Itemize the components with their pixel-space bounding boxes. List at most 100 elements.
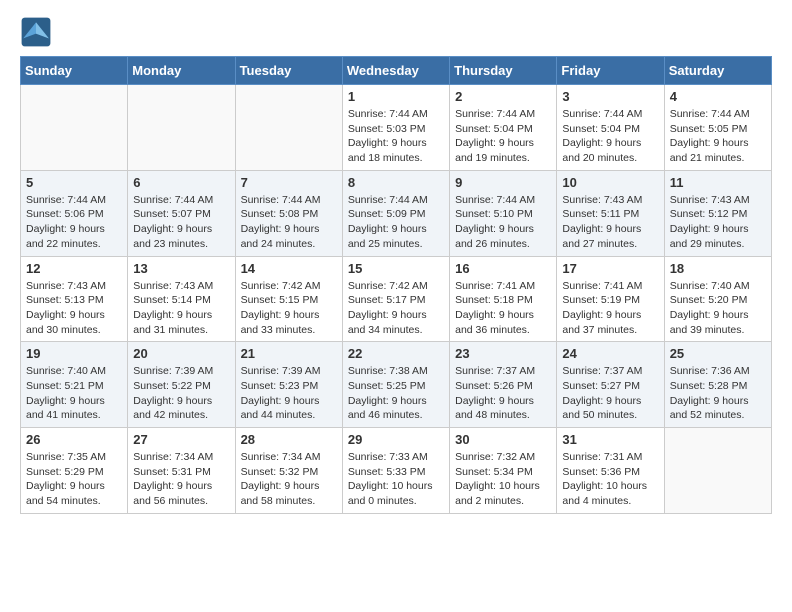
calendar-week-row: 19Sunrise: 7:40 AM Sunset: 5:21 PM Dayli… <box>21 342 772 428</box>
calendar-cell: 25 Sunrise: 7:36 AM Sunset: 5:28 PM Dayli… <box>664 342 771 428</box>
logo <box>20 16 56 48</box>
calendar-header-row: SundayMondayTuesdayWednesdayThursdayFrid… <box>21 57 772 85</box>
calendar-cell: 12 Sunrise: 7:43 AM Sunset: 5:13 PM Dayli… <box>21 256 128 342</box>
day-number: 19 <box>26 346 122 361</box>
day-number: 16 <box>455 261 551 276</box>
calendar-cell: 28Sunrise: 7:34 AM Sunset: 5:32 PM Dayli… <box>235 428 342 514</box>
calendar-cell: 16Sunrise: 7:41 AM Sunset: 5:18 PM Dayli… <box>450 256 557 342</box>
header <box>20 16 772 48</box>
calendar-cell: 13 Sunrise: 7:43 AM Sunset: 5:14 PM Dayli… <box>128 256 235 342</box>
day-content: Sunrise: 7:35 AM Sunset: 5:29 PM Dayligh… <box>26 450 122 509</box>
day-content: Sunrise: 7:33 AM Sunset: 5:33 PM Dayligh… <box>348 450 444 509</box>
day-number: 24 <box>562 346 658 361</box>
day-content: Sunrise: 7:43 AM Sunset: 5:14 PM Dayligh… <box>133 279 229 338</box>
day-number: 8 <box>348 175 444 190</box>
day-content: Sunrise: 7:44 AM Sunset: 5:04 PM Dayligh… <box>562 107 658 166</box>
calendar-cell: 3 Sunrise: 7:44 AM Sunset: 5:04 PM Daylig… <box>557 85 664 171</box>
day-content: Sunrise: 7:43 AM Sunset: 5:11 PM Dayligh… <box>562 193 658 252</box>
calendar-cell: 23 Sunrise: 7:37 AM Sunset: 5:26 PM Dayli… <box>450 342 557 428</box>
calendar-cell: 8 Sunrise: 7:44 AM Sunset: 5:09 PM Daylig… <box>342 170 449 256</box>
calendar-cell: 22Sunrise: 7:38 AM Sunset: 5:25 PM Dayli… <box>342 342 449 428</box>
calendar-cell: 11 Sunrise: 7:43 AM Sunset: 5:12 PM Dayli… <box>664 170 771 256</box>
day-number: 11 <box>670 175 766 190</box>
calendar-cell: 14Sunrise: 7:42 AM Sunset: 5:15 PM Dayli… <box>235 256 342 342</box>
calendar-cell: 20 Sunrise: 7:39 AM Sunset: 5:22 PM Dayli… <box>128 342 235 428</box>
day-number: 1 <box>348 89 444 104</box>
day-content: Sunrise: 7:40 AM Sunset: 5:20 PM Dayligh… <box>670 279 766 338</box>
col-header-tuesday: Tuesday <box>235 57 342 85</box>
calendar-cell: 21Sunrise: 7:39 AM Sunset: 5:23 PM Dayli… <box>235 342 342 428</box>
calendar-table: SundayMondayTuesdayWednesdayThursdayFrid… <box>20 56 772 514</box>
day-number: 4 <box>670 89 766 104</box>
day-content: Sunrise: 7:32 AM Sunset: 5:34 PM Dayligh… <box>455 450 551 509</box>
day-content: Sunrise: 7:38 AM Sunset: 5:25 PM Dayligh… <box>348 364 444 423</box>
logo-icon <box>20 16 52 48</box>
col-header-sunday: Sunday <box>21 57 128 85</box>
col-header-saturday: Saturday <box>664 57 771 85</box>
calendar-cell: 2 Sunrise: 7:44 AM Sunset: 5:04 PM Daylig… <box>450 85 557 171</box>
day-content: Sunrise: 7:43 AM Sunset: 5:12 PM Dayligh… <box>670 193 766 252</box>
calendar-cell: 26 Sunrise: 7:35 AM Sunset: 5:29 PM Dayli… <box>21 428 128 514</box>
calendar-cell: 9 Sunrise: 7:44 AM Sunset: 5:10 PM Daylig… <box>450 170 557 256</box>
day-content: Sunrise: 7:37 AM Sunset: 5:27 PM Dayligh… <box>562 364 658 423</box>
day-content: Sunrise: 7:43 AM Sunset: 5:13 PM Dayligh… <box>26 279 122 338</box>
day-content: Sunrise: 7:34 AM Sunset: 5:31 PM Dayligh… <box>133 450 229 509</box>
calendar-cell <box>128 85 235 171</box>
day-content: Sunrise: 7:44 AM Sunset: 5:10 PM Dayligh… <box>455 193 551 252</box>
day-content: Sunrise: 7:44 AM Sunset: 5:08 PM Dayligh… <box>241 193 337 252</box>
day-number: 3 <box>562 89 658 104</box>
calendar-cell: 24 Sunrise: 7:37 AM Sunset: 5:27 PM Dayli… <box>557 342 664 428</box>
day-content: Sunrise: 7:37 AM Sunset: 5:26 PM Dayligh… <box>455 364 551 423</box>
day-number: 30 <box>455 432 551 447</box>
col-header-wednesday: Wednesday <box>342 57 449 85</box>
day-content: Sunrise: 7:44 AM Sunset: 5:07 PM Dayligh… <box>133 193 229 252</box>
day-content: Sunrise: 7:41 AM Sunset: 5:19 PM Dayligh… <box>562 279 658 338</box>
col-header-friday: Friday <box>557 57 664 85</box>
calendar-cell: 5 Sunrise: 7:44 AM Sunset: 5:06 PM Daylig… <box>21 170 128 256</box>
col-header-thursday: Thursday <box>450 57 557 85</box>
day-content: Sunrise: 7:34 AM Sunset: 5:32 PM Dayligh… <box>241 450 337 509</box>
day-content: Sunrise: 7:39 AM Sunset: 5:22 PM Dayligh… <box>133 364 229 423</box>
calendar-week-row: 5 Sunrise: 7:44 AM Sunset: 5:06 PM Daylig… <box>21 170 772 256</box>
calendar-cell: 17 Sunrise: 7:41 AM Sunset: 5:19 PM Dayli… <box>557 256 664 342</box>
day-content: Sunrise: 7:42 AM Sunset: 5:17 PM Dayligh… <box>348 279 444 338</box>
day-number: 14 <box>241 261 337 276</box>
day-number: 9 <box>455 175 551 190</box>
day-number: 25 <box>670 346 766 361</box>
calendar-cell: 1Sunrise: 7:44 AM Sunset: 5:03 PM Daylig… <box>342 85 449 171</box>
day-number: 31 <box>562 432 658 447</box>
calendar-cell: 7 Sunrise: 7:44 AM Sunset: 5:08 PM Daylig… <box>235 170 342 256</box>
calendar-cell: 10Sunrise: 7:43 AM Sunset: 5:11 PM Dayli… <box>557 170 664 256</box>
day-number: 17 <box>562 261 658 276</box>
calendar-cell: 4 Sunrise: 7:44 AM Sunset: 5:05 PM Daylig… <box>664 85 771 171</box>
day-number: 20 <box>133 346 229 361</box>
day-number: 18 <box>670 261 766 276</box>
calendar-cell: 19Sunrise: 7:40 AM Sunset: 5:21 PM Dayli… <box>21 342 128 428</box>
day-number: 6 <box>133 175 229 190</box>
day-content: Sunrise: 7:44 AM Sunset: 5:05 PM Dayligh… <box>670 107 766 166</box>
col-header-monday: Monday <box>128 57 235 85</box>
calendar-cell <box>664 428 771 514</box>
day-content: Sunrise: 7:44 AM Sunset: 5:06 PM Dayligh… <box>26 193 122 252</box>
calendar-cell: 6 Sunrise: 7:44 AM Sunset: 5:07 PM Daylig… <box>128 170 235 256</box>
day-number: 7 <box>241 175 337 190</box>
day-content: Sunrise: 7:39 AM Sunset: 5:23 PM Dayligh… <box>241 364 337 423</box>
calendar-cell <box>235 85 342 171</box>
calendar-cell: 27 Sunrise: 7:34 AM Sunset: 5:31 PM Dayli… <box>128 428 235 514</box>
day-number: 29 <box>348 432 444 447</box>
day-content: Sunrise: 7:44 AM Sunset: 5:04 PM Dayligh… <box>455 107 551 166</box>
day-number: 27 <box>133 432 229 447</box>
day-number: 26 <box>26 432 122 447</box>
day-number: 13 <box>133 261 229 276</box>
day-content: Sunrise: 7:31 AM Sunset: 5:36 PM Dayligh… <box>562 450 658 509</box>
calendar-cell <box>21 85 128 171</box>
calendar-week-row: 12 Sunrise: 7:43 AM Sunset: 5:13 PM Dayli… <box>21 256 772 342</box>
day-number: 23 <box>455 346 551 361</box>
calendar-cell: 15Sunrise: 7:42 AM Sunset: 5:17 PM Dayli… <box>342 256 449 342</box>
day-number: 2 <box>455 89 551 104</box>
calendar-cell: 29 Sunrise: 7:33 AM Sunset: 5:33 PM Dayli… <box>342 428 449 514</box>
day-number: 5 <box>26 175 122 190</box>
day-content: Sunrise: 7:36 AM Sunset: 5:28 PM Dayligh… <box>670 364 766 423</box>
day-number: 12 <box>26 261 122 276</box>
day-content: Sunrise: 7:44 AM Sunset: 5:09 PM Dayligh… <box>348 193 444 252</box>
